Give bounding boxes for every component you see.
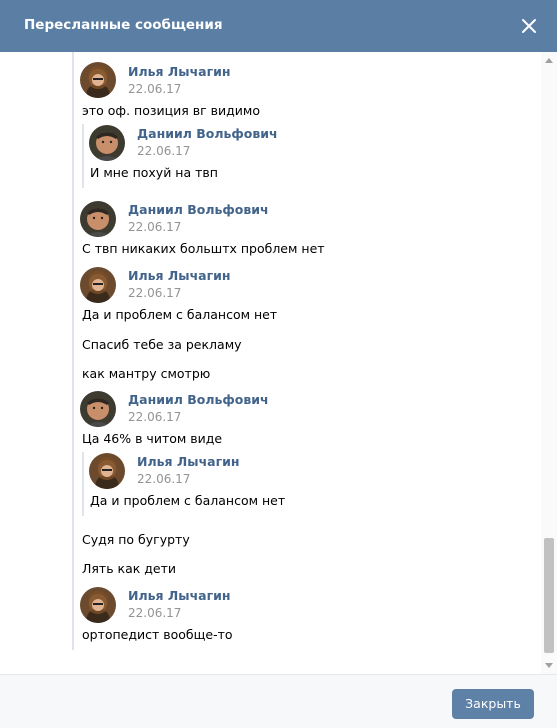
message-author[interactable]: Илья Лычагин xyxy=(128,268,231,283)
message-text: Спасиб тебе за рекламу xyxy=(82,337,242,352)
modal-header: Пересланные сообщения xyxy=(0,0,557,52)
quote-text: Да и проблем с балансом нет xyxy=(90,493,286,508)
message-date: 22.06.17 xyxy=(128,606,182,620)
message-author[interactable]: Даниил Вольфович xyxy=(128,202,269,217)
message-text: С твп никаких больштх проблем нет xyxy=(82,241,325,256)
message-date: 22.06.17 xyxy=(128,82,182,96)
message-text: ортопедист вообще-то xyxy=(82,627,233,642)
avatar[interactable] xyxy=(89,125,125,161)
message-text: Лять как дети xyxy=(82,561,177,576)
avatar[interactable] xyxy=(80,587,116,623)
modal-title: Пересланные сообщения xyxy=(24,17,223,33)
message-date: 22.06.17 xyxy=(128,220,182,234)
message-text: как мантру смотрю xyxy=(82,366,211,381)
quote-bar xyxy=(82,124,84,188)
scroll-up-arrow-icon[interactable] xyxy=(545,58,553,63)
scrollbar[interactable] xyxy=(541,52,557,674)
modal-footer: Закрыть xyxy=(0,674,557,728)
messages-scroll-area[interactable]: Илья Лычагин 22.06.17 это оф. позиция вг… xyxy=(0,52,557,674)
message-text: Ца 46% в читом виде xyxy=(82,431,223,446)
avatar[interactable] xyxy=(89,453,125,489)
avatar[interactable] xyxy=(80,201,116,237)
quote-text: И мне похуй на твп xyxy=(90,165,218,180)
quote-date: 22.06.17 xyxy=(137,472,191,486)
scroll-down-arrow-icon[interactable] xyxy=(545,663,553,668)
scroll-thumb[interactable] xyxy=(544,538,554,653)
quote-author[interactable]: Илья Лычагин xyxy=(137,454,240,469)
forward-thread-line xyxy=(72,52,74,650)
message-text: Да и проблем с балансом нет xyxy=(82,307,278,322)
message-text: Судя по бугурту xyxy=(82,532,190,547)
avatar[interactable] xyxy=(80,267,116,303)
message-author[interactable]: Илья Лычагин xyxy=(128,588,231,603)
forwarded-messages-modal: Пересланные сообщения Илья Лычагин 22.06… xyxy=(0,0,557,728)
avatar[interactable] xyxy=(80,391,116,427)
close-button[interactable]: Закрыть xyxy=(452,689,534,719)
message-date: 22.06.17 xyxy=(128,410,182,424)
avatar[interactable] xyxy=(80,62,116,98)
message-text: это оф. позиция вг видимо xyxy=(82,103,261,118)
quote-bar xyxy=(82,452,84,516)
message-date: 22.06.17 xyxy=(128,286,182,300)
close-icon[interactable] xyxy=(515,12,543,40)
quote-date: 22.06.17 xyxy=(137,144,191,158)
message-author[interactable]: Даниил Вольфович xyxy=(128,392,269,407)
message-author[interactable]: Илья Лычагин xyxy=(128,64,231,79)
quote-author[interactable]: Даниил Вольфович xyxy=(137,126,278,141)
